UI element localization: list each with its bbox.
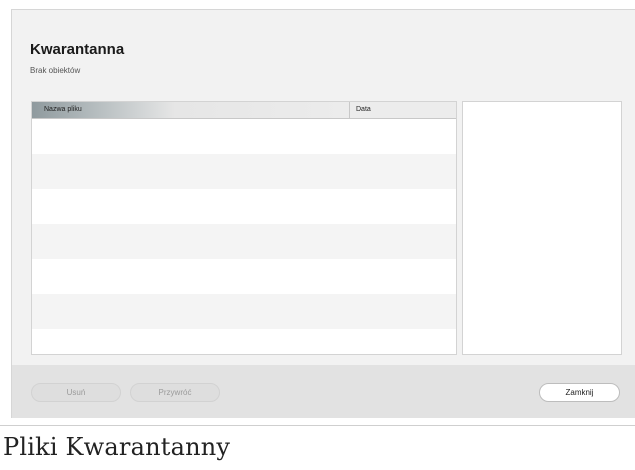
- details-panel: [462, 101, 622, 355]
- quarantine-file-table[interactable]: Nazwa pliku Data: [31, 101, 457, 355]
- table-row: [32, 189, 456, 224]
- restore-button[interactable]: Przywróć: [130, 383, 220, 402]
- column-header-file-name[interactable]: Nazwa pliku: [32, 102, 350, 118]
- divider: [0, 425, 635, 426]
- table-row: [32, 294, 456, 329]
- table-row: [32, 329, 456, 354]
- table-row: [32, 154, 456, 189]
- table-row: [32, 259, 456, 294]
- table-header: Nazwa pliku Data: [32, 102, 456, 119]
- column-header-date[interactable]: Data: [350, 102, 456, 118]
- dialog-title: Kwarantanna: [30, 41, 125, 58]
- quarantine-dialog: Kwarantanna Brak obiektów Nazwa pliku Da…: [11, 9, 635, 418]
- dialog-footer: Usuń Przywróć Zamknij: [12, 365, 635, 418]
- dialog-subtitle: Brak obiektów: [30, 66, 81, 75]
- delete-button[interactable]: Usuń: [31, 383, 121, 402]
- table-row: [32, 224, 456, 259]
- close-button[interactable]: Zamknij: [539, 383, 620, 402]
- table-row: [32, 119, 456, 154]
- figure-caption: Pliki Kwarantanny: [3, 433, 231, 461]
